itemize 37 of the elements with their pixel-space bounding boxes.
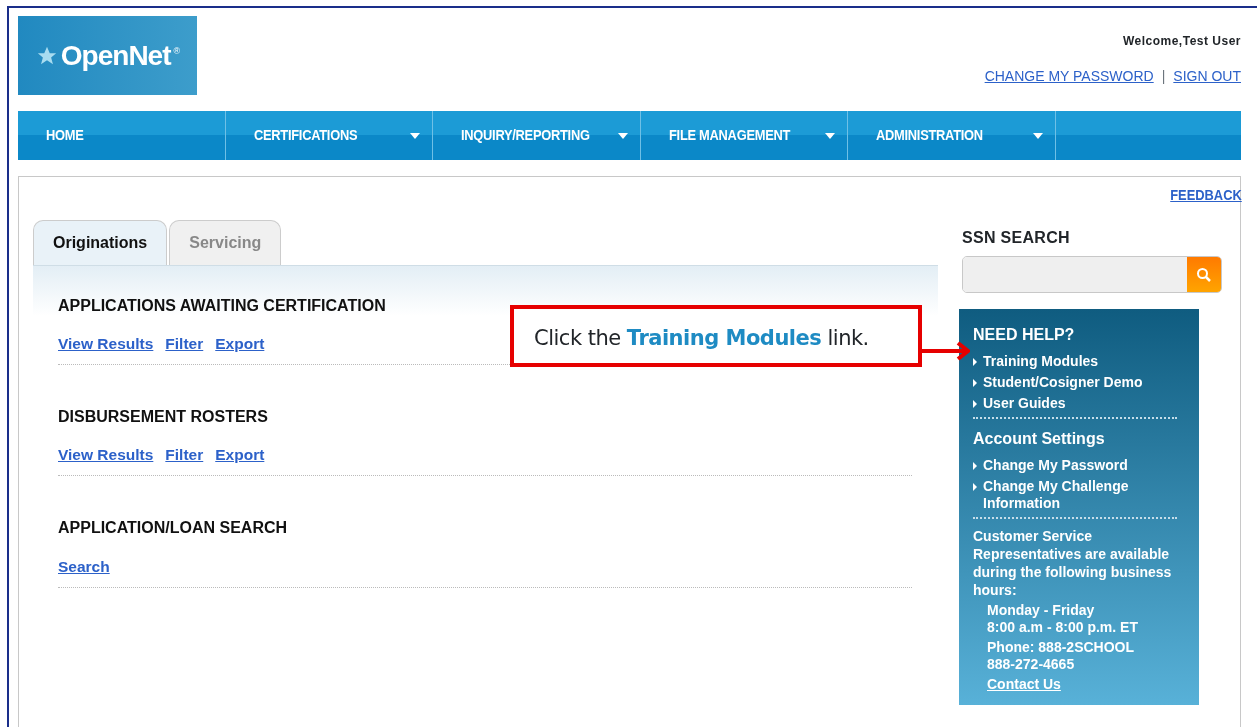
section-link[interactable]: Filter: [165, 335, 204, 353]
section-link[interactable]: Filter: [165, 446, 204, 464]
nav-item[interactable]: INQUIRY/REPORTING: [433, 111, 641, 160]
phone-text: Phone: 888-2SCHOOL: [987, 639, 1136, 656]
help-link[interactable]: User Guides: [973, 393, 1066, 414]
help-link[interactable]: Change My Password: [973, 455, 1128, 476]
header-link[interactable]: CHANGE MY PASSWORD: [984, 66, 1154, 87]
header-link[interactable]: SIGN OUT: [1173, 66, 1241, 87]
help-link[interactable]: Student/Cosigner Demo: [973, 372, 1143, 393]
tab[interactable]: Servicing: [169, 220, 282, 265]
callout-box: Click the Training Modules link.: [510, 305, 922, 367]
separator: |: [1161, 67, 1166, 86]
section-link[interactable]: Export: [215, 335, 265, 353]
section-link[interactable]: Export: [215, 446, 265, 464]
tab[interactable]: Originations: [33, 220, 168, 265]
logo: OpenNet$^{®}$: [18, 16, 197, 95]
hours-text: 8:00 a.m - 8:00 p.m. ET: [987, 619, 1139, 636]
nav-item[interactable]: CERTIFICATIONS: [225, 111, 433, 160]
nav-item[interactable]: FILE MANAGEMENT: [640, 111, 848, 160]
nav-item[interactable]: ADMINISTRATION: [848, 111, 1056, 160]
nav-item[interactable]: HOME: [18, 111, 226, 160]
help-link[interactable]: Training Modules: [973, 351, 1099, 372]
welcome-text: Welcome,Test User: [1122, 33, 1241, 50]
hours-text: Monday - Friday: [987, 602, 1096, 619]
section-link[interactable]: Search: [58, 557, 110, 575]
phone-text: 888-272-4665: [987, 656, 1076, 673]
section-link[interactable]: View Results: [58, 335, 154, 353]
feedback-link[interactable]: FEEDBACK: [1170, 185, 1242, 206]
section-link[interactable]: View Results: [58, 446, 154, 464]
service-text: Customer Service Representatives are available during the following business hours:: [973, 527, 1173, 599]
help-link[interactable]: Change My Challenge Information: [973, 476, 1187, 514]
section-title: DISBURSEMENT ROSTERS: [58, 407, 269, 427]
section-title: APPLICATIONS AWAITING CERTIFICATION: [58, 296, 387, 316]
account-settings-title: Account Settings: [973, 429, 1106, 449]
section-title: APPLICATION/LOAN SEARCH: [58, 518, 289, 538]
search-title: SSN SEARCH: [962, 228, 1071, 248]
help-title: NEED HELP?: [973, 325, 1076, 345]
